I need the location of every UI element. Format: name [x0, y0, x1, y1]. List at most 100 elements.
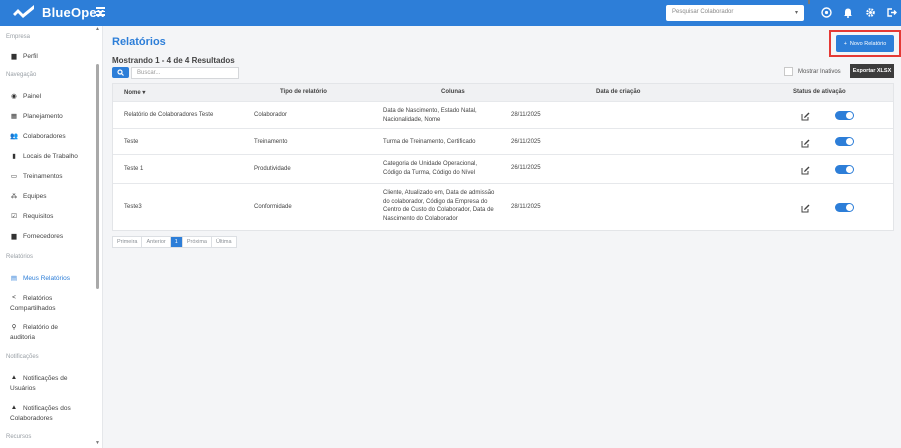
sidebar-item-label-line: Relatório de — [23, 324, 59, 331]
cell-colunas: Cliente, Atualizado em, Data de admissão… — [383, 189, 494, 223]
sidebar-item-label: Requisitos — [23, 213, 54, 220]
sidebar-item-meus-relatorios[interactable]: ▤ Meus Relatórios — [10, 274, 70, 284]
status-toggle[interactable] — [835, 165, 854, 174]
sidebar-item-relatorio-auditoria[interactable]: ⚲ Relatório de auditoria — [10, 323, 58, 342]
main-content: Relatórios + Novo Relatório Mostrando 1 … — [104, 26, 901, 448]
column-header-tipo: Tipo de relatório — [280, 89, 327, 95]
sidebar-item-label-line: Notificações de — [23, 375, 68, 382]
sidebar-item-label: Meus Relatórios — [23, 275, 70, 282]
edit-icon[interactable] — [801, 112, 810, 121]
cell-data: 28/11/2025 — [511, 112, 541, 118]
page-current[interactable]: 1 — [170, 237, 183, 247]
show-inactive-checkbox[interactable] — [784, 67, 793, 76]
sidebar-item-notificacoes-usuarios[interactable]: ▲ Notificações de Usuários — [10, 374, 67, 393]
column-header-status: Status de ativação — [793, 89, 846, 95]
cell-data: 26/11/2025 — [511, 165, 541, 171]
cell-nome: Relatório de Colaboradores Teste — [124, 112, 214, 118]
show-inactive-toggle: Mostrar Inativos — [784, 67, 841, 76]
export-xlsx-button[interactable]: Exportar XLSX — [850, 64, 894, 78]
pagination: Primeira Anterior 1 Próxima Última — [112, 236, 237, 248]
gear-icon[interactable] — [864, 7, 876, 19]
scroll-up-icon[interactable]: ▲ — [95, 26, 100, 32]
sidebar-item-label: Notificações de Usuários — [10, 374, 68, 393]
users-icon: 👥 — [10, 133, 19, 140]
collaborator-search-select[interactable]: Pesquisar Colaborador ▾ — [666, 5, 804, 21]
sidebar-item-label-line: Relatórios — [23, 295, 53, 302]
cell-colunas: Categoria de Unidade Operacional, Código… — [383, 160, 477, 177]
search-button[interactable] — [112, 67, 129, 78]
cell-data: 26/11/2025 — [511, 139, 541, 145]
section-recursos: Recursos — [6, 434, 32, 440]
cell-colunas: Turma de Treinamento, Certificado — [383, 138, 475, 147]
help-icon[interactable] — [820, 7, 832, 19]
collaborator-search-placeholder: Pesquisar Colaborador — [672, 9, 734, 15]
search-file-icon: ⚲ — [11, 324, 17, 331]
cell-data: 28/11/2025 — [511, 204, 541, 210]
edit-icon[interactable] — [801, 139, 810, 148]
sidebar-item-notificacoes-colaboradores[interactable]: ▲ Notificações dos Colaboradores — [10, 404, 71, 423]
sidebar-item-perfil[interactable]: ▆ Perfil — [10, 52, 38, 62]
scroll-down-icon[interactable]: ▼ — [95, 440, 100, 446]
page-last[interactable]: Última — [212, 237, 236, 247]
page-prev[interactable]: Anterior — [142, 237, 171, 247]
sidebar-item-fornecedores[interactable]: ▆ Fornecedores — [10, 232, 64, 242]
sidebar-item-label: Planejamento — [23, 113, 63, 120]
page-first[interactable]: Primeira — [113, 237, 143, 247]
sidebar-item-requisitos[interactable]: ☑ Requisitos — [10, 212, 53, 222]
sidebar-item-treinamentos[interactable]: ▭ Treinamentos — [10, 172, 63, 182]
sidebar-item-relatorios-compartilhados[interactable]: < Relatórios Compartilhados — [10, 294, 56, 313]
bell-icon[interactable] — [842, 7, 854, 19]
sidebar-item-planejamento[interactable]: ▦ Planejamento — [10, 112, 63, 122]
briefcase-icon: ▆ — [11, 233, 17, 240]
menu-toggle-icon[interactable] — [96, 7, 105, 16]
sidebar-scrollbar[interactable] — [96, 64, 99, 289]
chalkboard-icon: ▭ — [10, 173, 18, 180]
edit-icon[interactable] — [801, 204, 810, 213]
chevron-down-icon: ▾ — [794, 10, 798, 16]
sidebar-item-colaboradores[interactable]: 👥 Colaboradores — [10, 132, 66, 142]
section-relatorios: Relatórios — [6, 254, 34, 260]
topbar-marker — [808, 0, 810, 4]
app-logo[interactable]: BlueOpex — [12, 4, 104, 21]
reports-table: Nome ▾ Tipo de relatório Colunas Data de… — [112, 83, 894, 231]
sidebar-item-equipes[interactable]: ⁂ Equipes — [10, 192, 47, 202]
sidebar-item-label: Relatório de auditoria — [10, 323, 59, 342]
column-header-colunas: Colunas — [441, 89, 465, 95]
sidebar-item-label: Relatórios Compartilhados — [10, 294, 56, 313]
cell-colunas-line: do colaborador, Código da Empresa do — [383, 198, 488, 205]
briefcase-icon: ▆ — [11, 53, 17, 60]
sidebar-item-locais[interactable]: ▮ Locais de Trabalho — [10, 152, 78, 162]
table-row: Teste3 Conformidade Cliente, Atualizado … — [113, 183, 893, 230]
sidebar-item-label-line: auditoria — [10, 333, 35, 341]
printer-icon: ▤ — [10, 275, 18, 282]
new-report-button[interactable]: + Novo Relatório — [836, 35, 894, 52]
app-name: BlueOpex — [42, 5, 105, 20]
cell-nome: Teste — [124, 139, 139, 145]
plus-icon: + — [843, 40, 847, 47]
table-header: Nome ▾ Tipo de relatório Colunas Data de… — [113, 84, 893, 101]
dashboard-icon: ◉ — [11, 93, 17, 100]
cell-tipo: Conformidade — [254, 204, 292, 210]
sidebar-item-label: Treinamentos — [23, 173, 63, 180]
logout-icon[interactable] — [885, 7, 897, 19]
cell-colunas-line: Nascimento do Colaborador — [383, 215, 458, 222]
sidebar-item-label: Colaboradores — [23, 133, 66, 140]
search-input[interactable]: Buscar... — [131, 67, 239, 79]
cell-nome: Teste3 — [124, 204, 142, 210]
show-inactive-label: Mostrar Inativos — [798, 68, 841, 75]
checkbox-icon: ☑ — [11, 213, 17, 220]
status-toggle[interactable] — [835, 203, 854, 212]
sidebar-item-painel[interactable]: ◉ Painel — [10, 92, 41, 102]
sidebar-item-label-line: Compartilhados — [10, 304, 56, 312]
page-next[interactable]: Próxima — [183, 237, 212, 247]
status-toggle[interactable] — [835, 137, 854, 146]
cell-tipo: Treinamento — [254, 139, 288, 145]
team-icon: ⁂ — [10, 193, 18, 200]
edit-icon[interactable] — [801, 166, 810, 175]
new-report-label: Novo Relatório — [849, 40, 887, 47]
top-bar: BlueOpex Pesquisar Colaborador ▾ — [0, 0, 901, 26]
status-toggle[interactable] — [835, 111, 854, 120]
column-header-data: Data de criação — [596, 89, 641, 95]
column-header-nome[interactable]: Nome ▾ — [124, 89, 145, 96]
section-notificacoes: Notificações — [6, 354, 39, 360]
